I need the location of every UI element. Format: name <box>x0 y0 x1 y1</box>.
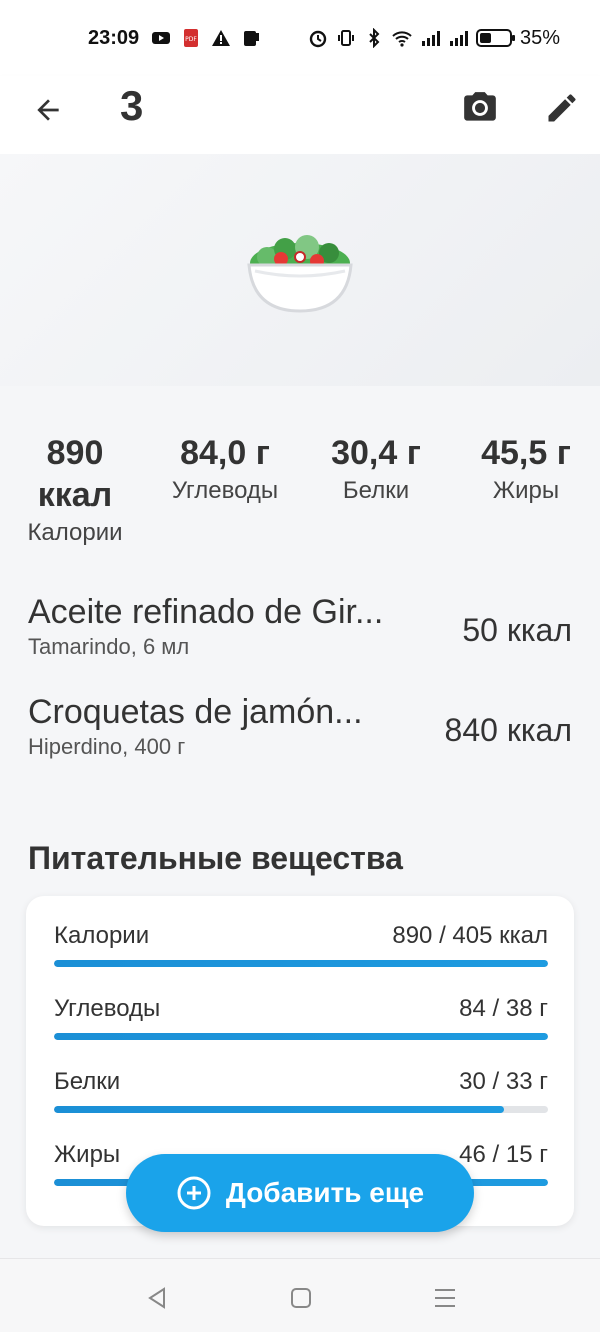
macros-summary: 890 ккал Калории 84,0 г Углеводы 30,4 г … <box>0 432 600 562</box>
pdf-icon: PDF <box>184 29 199 47</box>
battery-percent: 35% <box>519 26 560 49</box>
carbs-value: 84,0 г <box>180 434 270 472</box>
food-item[interactable]: Aceite refinado de Gir... Tamarindo, 6 м… <box>28 592 576 672</box>
food-kcal: 50 ккал <box>462 612 572 648</box>
system-navigation-bar <box>0 1258 600 1332</box>
nav-home-button[interactable] <box>286 1283 316 1313</box>
nutrient-row-carbs: Углеводы 84 / 38 г <box>54 995 548 1055</box>
notification-icons: PDF <box>151 28 261 48</box>
protein-value: 30,4 г <box>331 434 421 472</box>
nutrient-value: 46 / 15 г <box>459 1141 548 1168</box>
pencil-icon <box>548 94 576 122</box>
food-item[interactable]: Croquetas de jamón... Hiperdino, 400 г 8… <box>28 692 576 772</box>
triangle-back-icon <box>148 1287 165 1309</box>
nutrient-progress-fill <box>54 1106 504 1113</box>
nutrient-row-calories: Калории 890 / 405 ккал <box>54 922 548 982</box>
youtube-icon <box>152 32 171 44</box>
camera-button[interactable] <box>458 86 502 130</box>
square-home-icon <box>291 1288 311 1308</box>
macro-calories: 890 ккал Калории <box>10 432 140 548</box>
page-title: 3 <box>120 82 144 129</box>
macro-carbs: 84,0 г Углеводы <box>158 432 292 506</box>
nutrients-title: Питательные вещества <box>28 840 403 876</box>
fat-value: 45,5 г <box>481 434 571 472</box>
nav-menu-button[interactable] <box>430 1283 460 1313</box>
nutrient-progress-track <box>54 1033 548 1040</box>
nutrient-progress-track <box>54 1106 548 1113</box>
nutrient-progress-track <box>54 960 548 967</box>
svg-text:PDF: PDF <box>185 36 197 43</box>
nutrient-label: Жиры <box>54 1141 121 1168</box>
nutrient-row-protein: Белки 30 / 33 г <box>54 1068 548 1128</box>
carbs-label: Углеводы <box>171 477 279 504</box>
food-name: Croquetas de jamón... <box>28 693 363 731</box>
bluetooth-icon <box>369 28 380 48</box>
nutrient-value: 890 / 405 ккал <box>392 922 548 949</box>
add-more-button[interactable]: Добавить еще <box>126 1154 474 1232</box>
food-name: Aceite refinado de Gir... <box>28 593 384 631</box>
arrow-back-icon <box>37 99 59 121</box>
nav-back-button[interactable] <box>142 1283 172 1313</box>
nutrient-value: 30 / 33 г <box>459 1068 548 1095</box>
system-icons: 35% <box>308 27 560 50</box>
calories-label: Калории <box>27 519 123 546</box>
food-kcal: 840 ккал <box>444 712 572 748</box>
warning-icon <box>212 30 231 46</box>
wifi-icon <box>392 31 412 47</box>
meal-image <box>0 154 600 386</box>
add-circle-icon <box>177 1176 211 1210</box>
add-more-label: Добавить еще <box>225 1177 425 1208</box>
back-button[interactable] <box>28 90 68 130</box>
status-bar: 23:09 PDF 35% <box>0 0 600 76</box>
nutrient-label: Углеводы <box>54 995 161 1022</box>
nutrient-label: Белки <box>54 1068 121 1095</box>
protein-label: Белки <box>342 477 410 504</box>
signal-icon <box>421 31 440 46</box>
status-time: 23:09 <box>88 26 140 49</box>
camera-icon <box>464 92 496 121</box>
signal-roaming-icon <box>449 31 468 46</box>
battery-icon <box>475 29 515 47</box>
alarm-icon <box>309 30 327 48</box>
nutrient-progress-fill <box>54 1033 548 1040</box>
vibrate-icon <box>337 30 354 46</box>
edit-button[interactable] <box>540 86 584 130</box>
macro-fat: 45,5 г Жиры <box>462 432 590 506</box>
nutrient-progress-fill <box>54 960 548 967</box>
menu-lines-icon <box>435 1289 455 1307</box>
calories-value: 890 ккал <box>37 434 113 514</box>
fat-label: Жиры <box>492 477 560 504</box>
nutrient-value: 84 / 38 г <box>459 995 548 1022</box>
sim-icon <box>244 31 260 46</box>
nutrient-label: Калории <box>54 922 150 949</box>
salad-bowl-icon <box>247 235 353 313</box>
app-bar: 3 <box>0 76 600 154</box>
macro-protein: 30,4 г Белки <box>316 432 436 506</box>
